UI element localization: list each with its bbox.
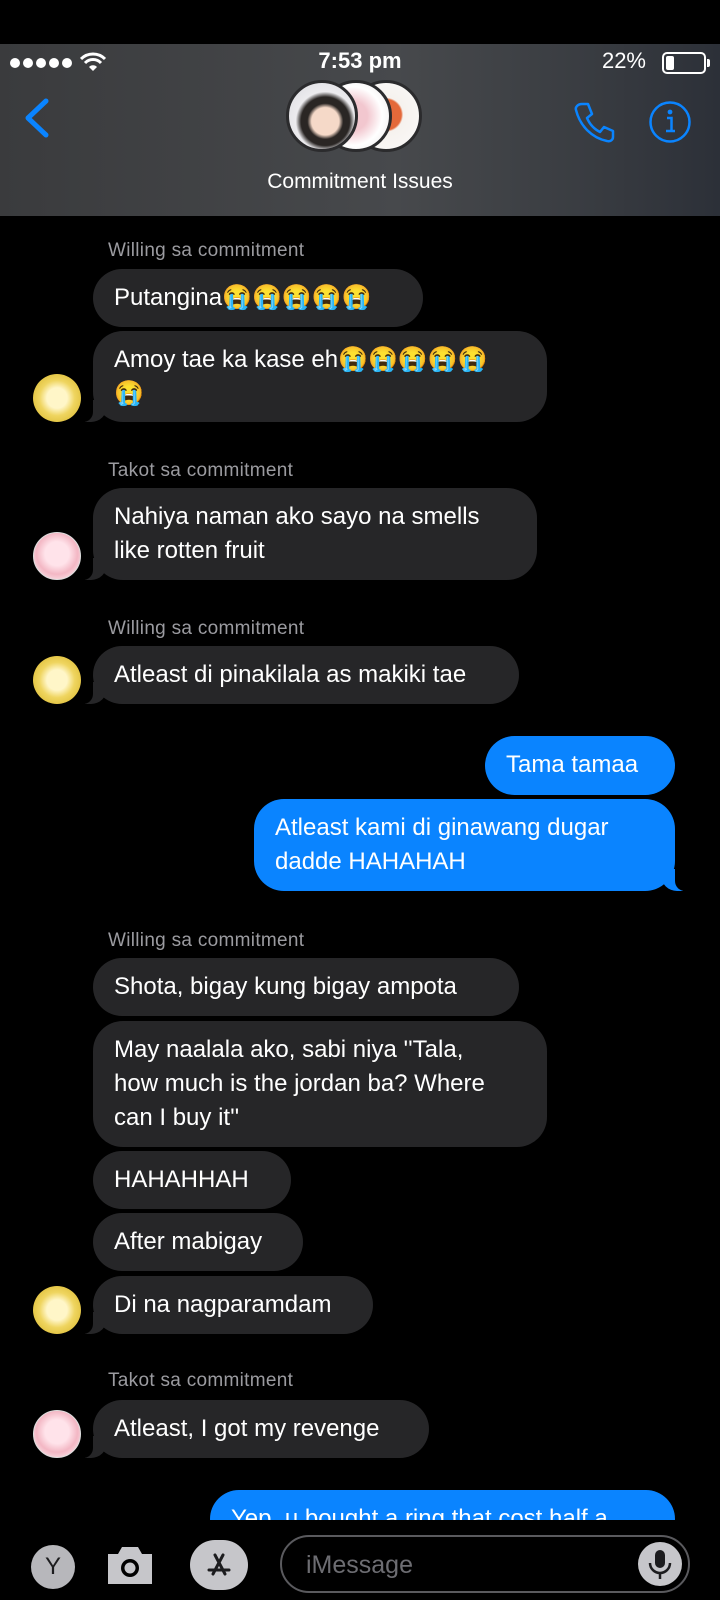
incoming-message[interactable]: Putangina😭😭😭😭😭	[93, 269, 423, 327]
message-input-placeholder: iMessage	[306, 1551, 413, 1579]
sender-name: Takot sa commitment	[108, 460, 294, 481]
top-band	[0, 0, 720, 44]
sender-name: Willing sa commitment	[108, 930, 305, 951]
incoming-message[interactable]: Atleast di pinakilala as makiki tae	[80, 646, 519, 704]
incoming-message[interactable]: Amoy tae ka kase eh😭😭😭😭😭 😭	[80, 331, 547, 422]
conversation-title[interactable]: Commitment Issues	[0, 170, 720, 194]
profile-app-button[interactable]: Y	[31, 1545, 75, 1589]
incoming-message[interactable]: HAHAHHAH	[93, 1151, 291, 1209]
incoming-message[interactable]: May naalala ako, sabi niya ''Tala, how m…	[93, 1021, 547, 1147]
phone-icon[interactable]	[572, 100, 616, 144]
incoming-message[interactable]: Di na nagparamdam	[80, 1276, 373, 1334]
battery-icon	[662, 52, 710, 74]
incoming-message[interactable]: Shota, bigay kung bigay ampota	[93, 958, 519, 1016]
info-icon[interactable]	[648, 100, 692, 144]
incoming-message[interactable]: After mabigay	[93, 1213, 303, 1271]
app-store-button[interactable]	[190, 1540, 248, 1590]
camera-icon[interactable]	[104, 1542, 156, 1588]
message-input[interactable]: iMessage	[280, 1535, 690, 1593]
outgoing-message[interactable]: Tama tamaa	[485, 736, 675, 795]
dictation-button[interactable]	[638, 1542, 682, 1586]
app-store-icon	[207, 1553, 231, 1576]
sender-name: Takot sa commitment	[108, 1370, 294, 1391]
sender-name: Willing sa commitment	[108, 618, 305, 639]
sender-avatar[interactable]	[33, 374, 81, 422]
sender-avatar[interactable]	[33, 1286, 81, 1334]
sender-avatar[interactable]	[33, 1410, 81, 1458]
group-avatar-1	[286, 80, 358, 152]
sender-avatar[interactable]	[33, 532, 81, 580]
battery-percent: 22%	[601, 48, 646, 73]
sender-name: Willing sa commitment	[108, 240, 305, 261]
status-bar: 7:53 pm 22%	[0, 44, 720, 80]
incoming-message[interactable]: Nahiya naman ako sayo na smells like rot…	[80, 488, 537, 580]
chevron-left-icon[interactable]	[22, 98, 52, 138]
sender-avatar[interactable]	[33, 656, 81, 704]
group-avatars[interactable]	[286, 80, 436, 156]
incoming-message[interactable]: Atleast, I got my revenge	[80, 1400, 429, 1458]
microphone-icon	[648, 1550, 672, 1579]
outgoing-message[interactable]: Atleast kami di ginawang dugar dadde HAH…	[254, 799, 688, 891]
